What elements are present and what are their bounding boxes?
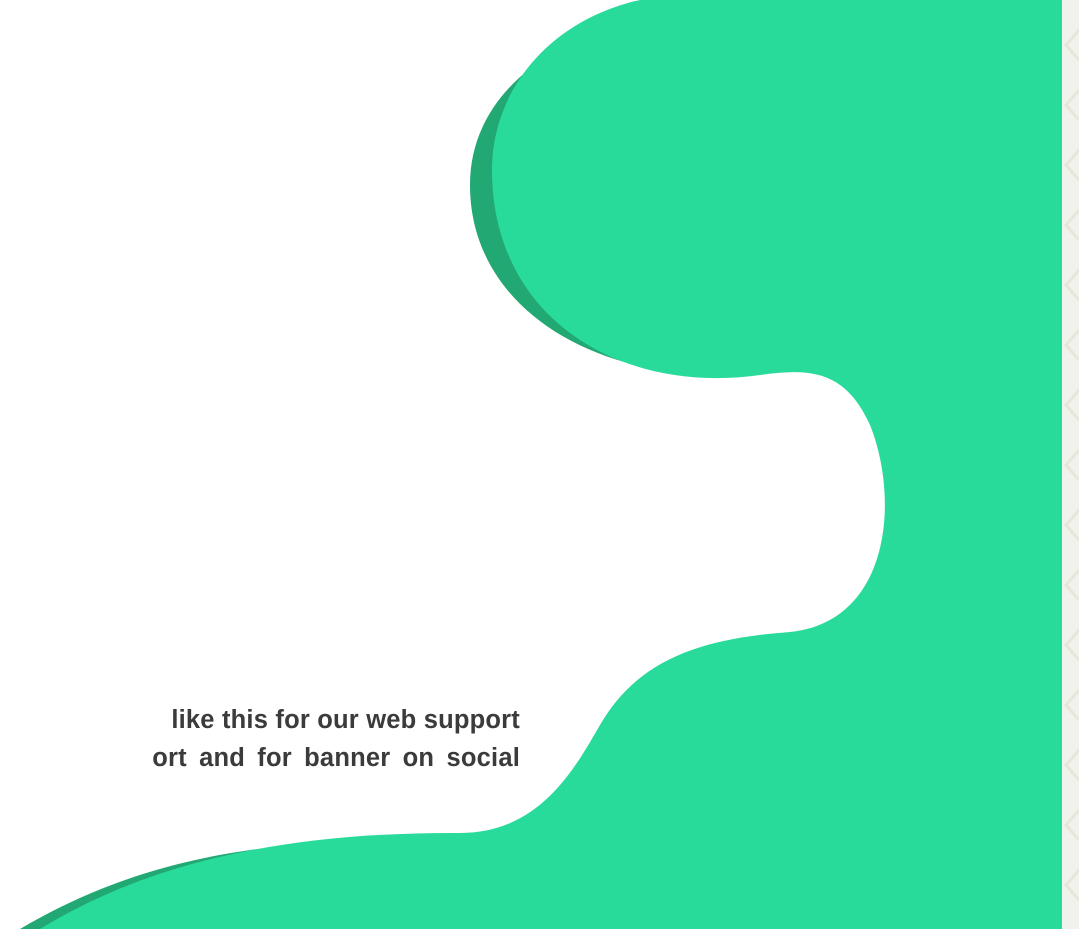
caption-text: like this for our web support ort and fo… [0, 706, 520, 786]
caption-line-2: ort and for banner on social [152, 744, 520, 772]
decorative-green-blob [20, 0, 1079, 929]
blob-main [40, 0, 1079, 929]
caption-line-1: like this for our web support [171, 706, 520, 734]
right-pattern-strip [1062, 0, 1079, 929]
